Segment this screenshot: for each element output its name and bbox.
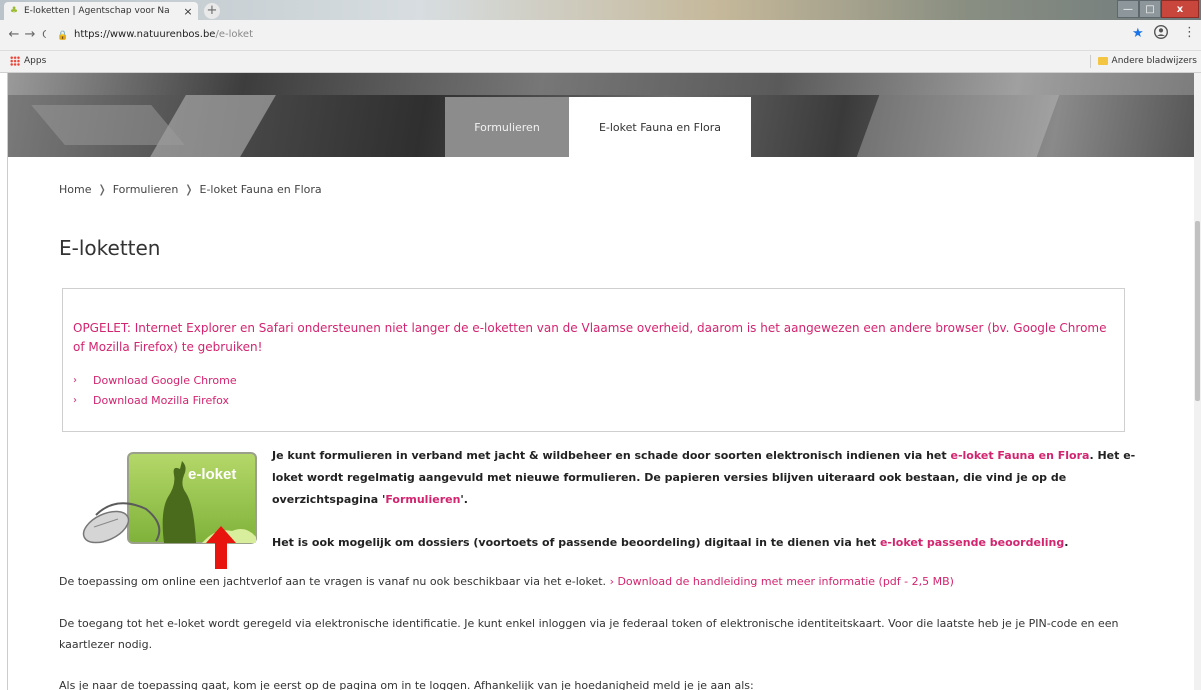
bookmark-separator: [1090, 55, 1091, 68]
apps-shortcut[interactable]: Apps: [10, 56, 46, 66]
login-paragraph: Als je naar de toepassing gaat, kom je e…: [59, 679, 754, 690]
access-paragraph: De toegang tot het e-loket wordt geregel…: [59, 617, 1119, 651]
breadcrumb: Home ❭ Formulieren ❭ E-loket Fauna en Fl…: [59, 183, 322, 196]
breadcrumb-current: E-loket Fauna en Flora: [199, 183, 322, 196]
intro2-text: Het is ook mogelijk om dossiers (voortoe…: [272, 536, 880, 549]
chevron-right-icon: ›: [73, 395, 77, 406]
breadcrumb-separator-icon: ❭: [97, 183, 107, 196]
new-tab-button[interactable]: +: [204, 3, 220, 19]
eloket-logo-icon[interactable]: e-loket: [76, 445, 276, 550]
arrow-up-icon: [206, 526, 236, 569]
header-band: [8, 73, 1194, 95]
logo-text: e-loket: [188, 466, 236, 483]
download-chrome-label: Download Google Chrome: [93, 374, 237, 387]
page-viewport: Formulieren E-loket Fauna en Flora Home …: [8, 73, 1194, 690]
url-path: /e-loket: [215, 29, 253, 40]
browser-warning-text: OPGELET: Internet Explorer en Safari ond…: [73, 321, 1107, 354]
chevron-right-icon: ›: [73, 375, 77, 386]
browser-toolbar: ← → C 🔒 https://www.natuurenbos.be/e-lok…: [0, 20, 1201, 51]
window-left-edge: [0, 73, 8, 690]
jachtverlof-text: De toepassing om online een jachtverlof …: [59, 575, 610, 588]
folder-icon: [1097, 57, 1108, 65]
download-links: › Download Google Chrome › Download Mozill…: [73, 371, 1114, 411]
bookmarks-bar: Apps Andere bladwijzers: [0, 51, 1201, 73]
address-bar[interactable]: 🔒 https://www.natuurenbos.be/e-loket: [46, 24, 1126, 46]
menu-icon[interactable]: ⋮: [1183, 25, 1196, 40]
back-button[interactable]: ←: [6, 26, 22, 44]
intro-text-3: '.: [460, 493, 468, 506]
apps-grid-icon: [10, 56, 20, 66]
breadcrumb-formulieren[interactable]: Formulieren: [113, 183, 179, 196]
intro-paragraph-2: Het is ook mogelijk om dossiers (voortoe…: [272, 536, 1142, 549]
tab-close-icon[interactable]: ×: [182, 5, 194, 18]
download-firefox-label: Download Mozilla Firefox: [93, 394, 229, 407]
site-favicon-icon: ♣: [10, 5, 19, 16]
tab-eloket-fauna-flora[interactable]: E-loket Fauna en Flora: [569, 97, 751, 157]
browser-warning-box: OPGELET: Internet Explorer en Safari ond…: [62, 288, 1125, 432]
jachtverlof-paragraph: De toepassing om online een jachtverlof …: [59, 575, 1139, 588]
bookmark-star-icon[interactable]: ★: [1132, 26, 1144, 41]
window-controls: — □ x: [1117, 0, 1199, 18]
tab-formulieren[interactable]: Formulieren: [445, 97, 569, 157]
intro-paragraph: Je kunt formulieren in verband met jacht…: [272, 445, 1142, 511]
intro-text-1: Je kunt formulieren in verband met jacht…: [272, 449, 951, 462]
breadcrumb-separator-icon: ❭: [184, 183, 194, 196]
vertical-scrollbar[interactable]: [1194, 73, 1201, 690]
maximize-button[interactable]: □: [1139, 0, 1161, 18]
formulieren-link[interactable]: Formulieren: [385, 493, 460, 506]
browser-tab[interactable]: ♣ E-loketten | Agentschap voor Na ×: [4, 2, 198, 20]
scrollbar-thumb[interactable]: [1195, 221, 1200, 401]
tab-title: E-loketten | Agentschap voor Na: [24, 6, 170, 16]
profile-icon[interactable]: [1153, 24, 1169, 43]
lock-icon: 🔒: [57, 31, 69, 41]
download-firefox-link[interactable]: › Download Mozilla Firefox: [73, 391, 1114, 411]
eloket-fauna-flora-link[interactable]: e-loket Fauna en Flora: [950, 449, 1089, 462]
url-host: https://www.natuurenbos.be: [74, 29, 216, 40]
minimize-button[interactable]: —: [1117, 0, 1139, 18]
breadcrumb-home[interactable]: Home: [59, 183, 91, 196]
close-window-button[interactable]: x: [1161, 0, 1199, 18]
other-bookmarks[interactable]: Andere bladwijzers: [1097, 56, 1197, 66]
other-bookmarks-label: Andere bladwijzers: [1111, 56, 1197, 66]
download-handleiding-link[interactable]: › Download de handleiding met meer infor…: [610, 575, 954, 588]
intro2-end: .: [1064, 536, 1069, 549]
section-tabs: Formulieren E-loket Fauna en Flora: [445, 97, 751, 157]
apps-label: Apps: [24, 56, 47, 66]
download-chrome-link[interactable]: › Download Google Chrome: [73, 371, 1114, 391]
forward-button[interactable]: →: [22, 26, 38, 44]
eloket-passende-beoordeling-link[interactable]: e-loket passende beoordeling: [880, 536, 1064, 549]
page-title: E-loketten: [59, 236, 161, 260]
window-titlebar: ♣ E-loketten | Agentschap voor Na × + — …: [0, 0, 1201, 20]
